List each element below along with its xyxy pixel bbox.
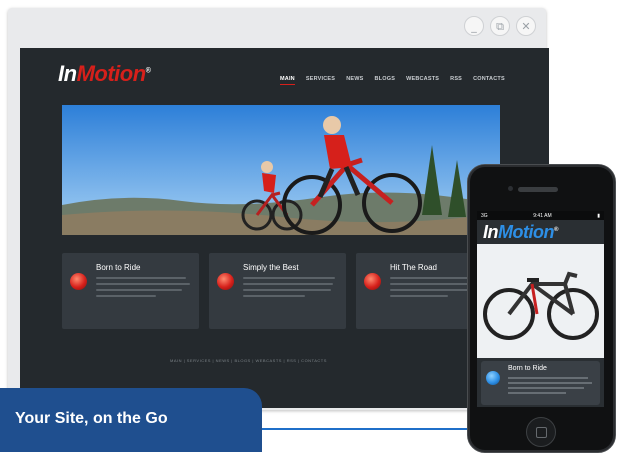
- close-button[interactable]: ✕: [516, 16, 536, 36]
- battery-icon: ▮: [597, 212, 600, 219]
- phone-screen: 3G 9:41 AM ▮ InMotion® Born to Ride: [477, 211, 604, 407]
- clock: 9:41 AM: [533, 212, 552, 219]
- carrier-label: 3G: [481, 212, 488, 219]
- cyclists-photo: [62, 105, 500, 235]
- feature-card[interactable]: Born to Ride: [62, 253, 199, 329]
- text-placeholder: [390, 289, 474, 291]
- promo-banner: Your Site, on the Go: [0, 388, 262, 452]
- text-placeholder: [508, 392, 566, 394]
- minimize-button[interactable]: _: [464, 16, 484, 36]
- text-placeholder: [243, 283, 333, 285]
- text-placeholder: [96, 277, 186, 279]
- status-bar: 3G 9:41 AM ▮: [477, 211, 604, 220]
- hero-image: [62, 105, 500, 235]
- window-controls: _ ⧉ ✕: [464, 16, 536, 36]
- banner-text: Your Site, on the Go: [15, 410, 168, 427]
- footer-nav[interactable]: MAIN | SERVICES | NEWS | BLOGS | WEBCAST…: [170, 358, 327, 363]
- home-button[interactable]: [526, 417, 556, 447]
- nav-main[interactable]: MAIN: [280, 76, 295, 85]
- text-placeholder: [508, 382, 592, 384]
- text-placeholder: [243, 295, 305, 297]
- browser-window: _ ⧉ ✕ InMotion® MAIN SERVICES NEWS BLOGS…: [8, 8, 549, 410]
- nav-rss[interactable]: RSS: [450, 76, 462, 85]
- text-placeholder: [243, 277, 335, 279]
- text-placeholder: [390, 295, 448, 297]
- site-nav: MAIN SERVICES NEWS BLOGS WEBCASTS RSS CO…: [280, 76, 505, 85]
- site-logo[interactable]: InMotion®: [58, 61, 151, 87]
- blue-orb-icon: [486, 371, 500, 385]
- nav-services[interactable]: SERVICES: [306, 76, 335, 85]
- red-orb-icon: [364, 273, 381, 290]
- nav-contacts[interactable]: CONTACTS: [473, 76, 505, 85]
- camera-icon: [508, 186, 513, 191]
- text-placeholder: [96, 295, 156, 297]
- card-title: Simply the Best: [243, 263, 299, 272]
- red-orb-icon: [217, 273, 234, 290]
- bike-photo: [483, 271, 599, 340]
- feature-cards: Born to Ride Simply the Best Hit The Roa…: [62, 253, 493, 329]
- restore-button[interactable]: ⧉: [490, 16, 510, 36]
- card-title: Hit The Road: [390, 263, 437, 272]
- feature-card[interactable]: Simply the Best: [209, 253, 346, 329]
- connector-line: [262, 428, 500, 430]
- red-orb-icon: [70, 273, 87, 290]
- mobile-card-title: Born to Ride: [508, 365, 547, 372]
- nav-blogs[interactable]: BLOGS: [375, 76, 396, 85]
- mobile-card[interactable]: Born to Ride: [481, 361, 600, 405]
- text-placeholder: [96, 283, 190, 285]
- road-bike-image: [477, 244, 604, 358]
- mobile-logo[interactable]: InMotion®: [483, 222, 558, 243]
- smartphone: 3G 9:41 AM ▮ InMotion® Born to Ride: [467, 164, 616, 453]
- speaker-grille: [518, 187, 558, 192]
- nav-news[interactable]: NEWS: [346, 76, 363, 85]
- nav-webcasts[interactable]: WEBCASTS: [406, 76, 439, 85]
- text-placeholder: [243, 289, 331, 291]
- text-placeholder: [508, 387, 584, 389]
- text-placeholder: [508, 377, 588, 379]
- card-title: Born to Ride: [96, 263, 141, 272]
- text-placeholder: [96, 289, 182, 291]
